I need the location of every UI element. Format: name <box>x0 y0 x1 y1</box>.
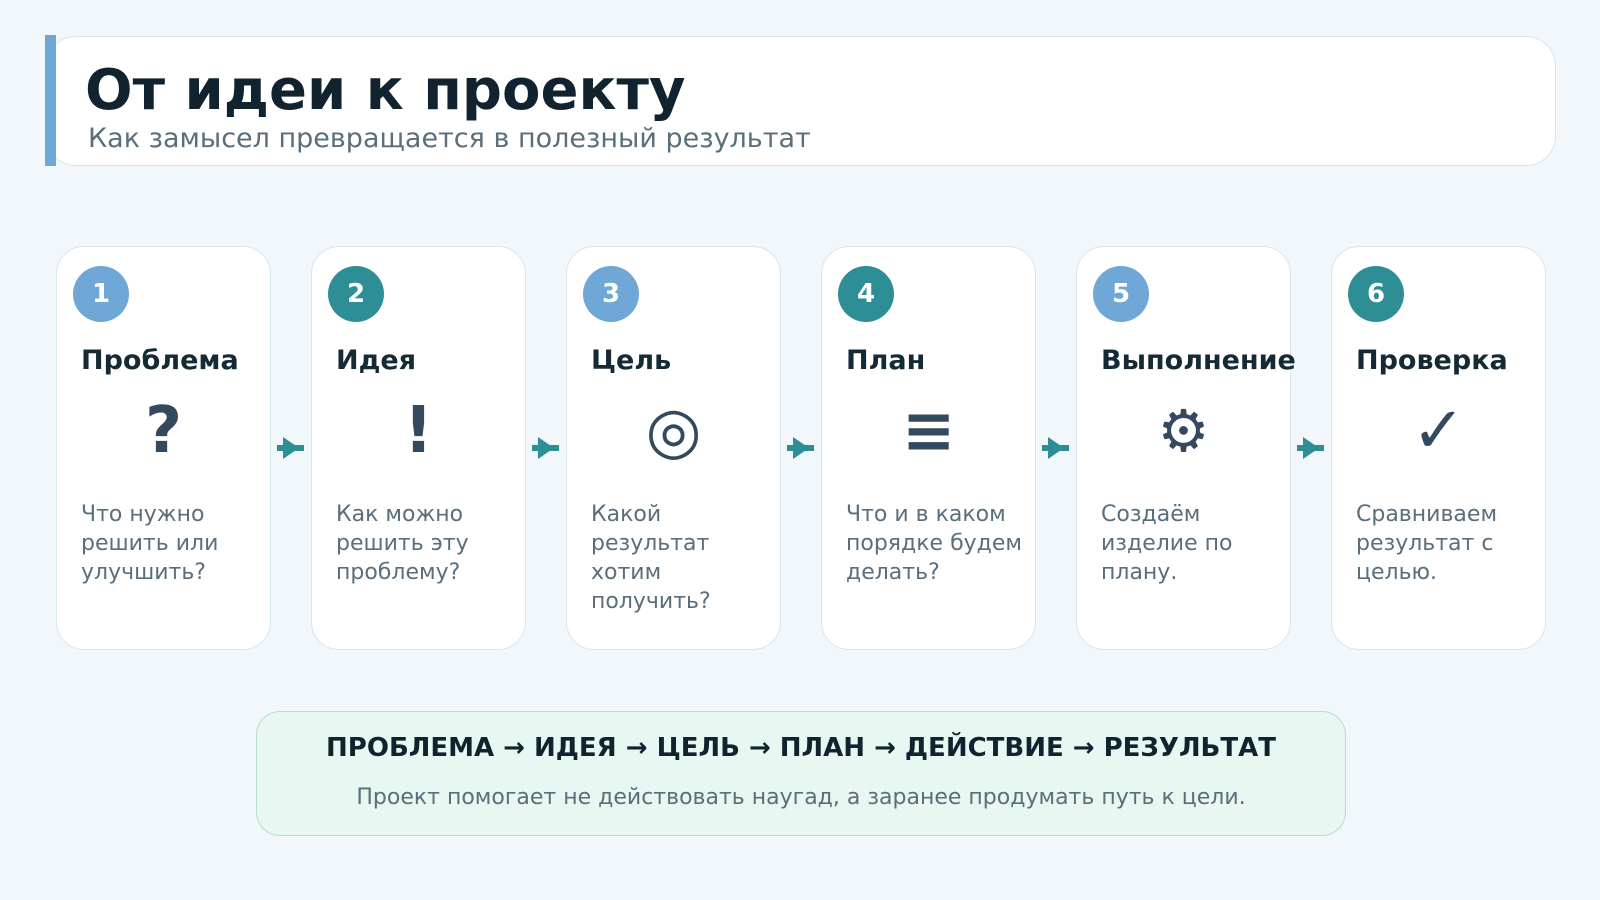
step-number-badge: 6 <box>1348 266 1404 322</box>
step-title: План <box>846 345 926 376</box>
step-number-badge: 3 <box>583 266 639 322</box>
step-card-plan: 4 План ≡ Что и в каком порядке будем дел… <box>821 246 1036 650</box>
step-title: Цель <box>591 345 672 376</box>
step-card-execution: 5 Выполнение ⚙ Создаём изделие по плану. <box>1076 246 1296 650</box>
step-title: Выполнение <box>1101 345 1296 376</box>
arrow-right-icon <box>1042 437 1069 459</box>
step-description: Создаём изделие по плану. <box>1101 502 1233 585</box>
step-card-goal: 3 Цель ◎ Какой результат хотим получить? <box>566 246 781 650</box>
step-number-badge: 5 <box>1093 266 1149 322</box>
exclamation-icon: ! <box>403 394 434 468</box>
target-icon: ◎ <box>645 394 702 468</box>
question-icon: ? <box>144 394 183 468</box>
gear-icon: ⚙ <box>1157 397 1210 465</box>
arrow-right-icon <box>277 437 304 459</box>
checkmark-icon: ✓ <box>1411 394 1466 468</box>
step-description: Что и в каком порядке будем делать? <box>846 502 1022 585</box>
step-number-badge: 2 <box>328 266 384 322</box>
summary-flow: ПРОБЛЕМА → ИДЕЯ → ЦЕЛЬ → ПЛАН → ДЕЙСТВИЕ… <box>326 733 1276 763</box>
list-icon: ≡ <box>901 394 956 468</box>
step-description: Что нужно решить или улучшить? <box>81 502 219 585</box>
step-number-badge: 4 <box>838 266 894 322</box>
step-title: Проблема <box>81 345 239 376</box>
step-description: Какой результат хотим получить? <box>591 502 711 614</box>
arrow-right-icon <box>1297 437 1324 459</box>
step-card-check: 6 Проверка ✓ Сравниваем результат с цель… <box>1331 246 1546 650</box>
step-number-badge: 1 <box>73 266 129 322</box>
arrow-right-icon <box>787 437 814 459</box>
summary-note: Проект помогает не действовать наугад, а… <box>356 785 1246 810</box>
step-card-problem: 1 Проблема ? Что нужно решить или улучши… <box>56 246 271 650</box>
step-title: Идея <box>336 345 417 376</box>
step-card-idea: 2 Идея ! Как можно решить эту проблему? <box>311 246 526 650</box>
summary-card: ПРОБЛЕМА → ИДЕЯ → ЦЕЛЬ → ПЛАН → ДЕЙСТВИЕ… <box>256 711 1346 836</box>
step-description: Сравниваем результат с целью. <box>1356 502 1498 585</box>
step-title: Проверка <box>1356 345 1508 376</box>
arrow-right-icon <box>532 437 559 459</box>
step-description: Как можно решить эту проблему? <box>336 502 469 585</box>
